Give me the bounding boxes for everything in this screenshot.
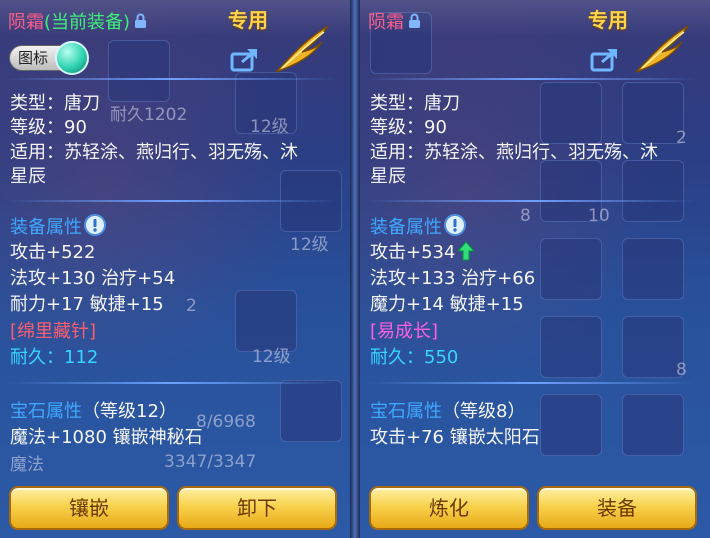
attr-attack: 攻击+534 [370, 241, 476, 268]
separator [6, 382, 336, 384]
equip-attr-header: 装备属性 [10, 214, 106, 243]
exclusive-tag: 专用 [228, 8, 268, 32]
inventory-slot [540, 316, 602, 378]
bg-count-text: 2 [676, 128, 687, 148]
item-applies: 适用：苏轻涂、燕归行、羽无殇、沐 [10, 142, 298, 163]
inlay-button[interactable]: 镶嵌 [9, 486, 169, 530]
inventory-slot [540, 82, 602, 144]
share-icon[interactable] [230, 46, 260, 76]
inventory-slot [280, 380, 342, 442]
attr-attack-text: 攻击+534 [370, 242, 456, 263]
inventory-slot [622, 394, 684, 456]
special-effect: [易成长] [370, 321, 439, 342]
inventory-slot [622, 82, 684, 144]
up-arrow-icon [457, 241, 476, 268]
separator [6, 200, 336, 202]
bg-count-text: 2 [186, 296, 197, 316]
info-icon[interactable] [444, 214, 466, 243]
bg-count-text: 10 [588, 206, 610, 226]
separator [366, 382, 696, 384]
special-effect: [绵里藏针] [10, 321, 97, 342]
attr-attack: 攻击+522 [10, 242, 96, 263]
exclusive-tag: 专用 [588, 8, 628, 32]
inventory-slot [540, 238, 602, 300]
item-name: 陨霜 [368, 8, 421, 34]
item-applies-cont: 星辰 [370, 166, 406, 187]
item-name: 陨霜(当前装备) [8, 8, 147, 34]
gem-orb-icon[interactable] [55, 41, 89, 75]
unequip-button[interactable]: 卸下 [177, 486, 337, 530]
refine-button[interactable]: 炼化 [369, 486, 529, 530]
bg-level-text: 12级 [290, 235, 329, 255]
bg-count-text: 8 [520, 206, 531, 226]
item-level: 等级：90 [10, 117, 87, 138]
inventory-slot [540, 160, 602, 222]
inventory-slot [108, 40, 170, 102]
bg-level-text: 12级 [250, 117, 289, 137]
lock-icon [134, 13, 147, 34]
bg-count-text: 8 [676, 360, 687, 380]
equip-button[interactable]: 装备 [537, 486, 697, 530]
bg-mp-label: 魔法 [10, 455, 44, 475]
gem-level: （等级12） [82, 401, 177, 422]
equip-attr-title: 装备属性 [10, 217, 82, 238]
gem-attr: 攻击+76 镶嵌太阳石 [370, 427, 540, 448]
bg-level-text: 12级 [252, 347, 291, 367]
separator [6, 78, 336, 80]
inventory-slot [235, 290, 297, 352]
attr-stamina-agility: 耐力+17 敏捷+15 [10, 294, 164, 315]
equip-attr-header: 装备属性 [370, 214, 466, 243]
separator [366, 78, 696, 80]
item-tooltip-current: 耐久1202 12级 12级 2 12级 8/6968 3347/3347 魔法… [0, 0, 350, 538]
item-applies: 适用：苏轻涂、燕归行、羽无殇、沐 [370, 142, 658, 163]
bg-mp-text: 3347/3347 [164, 452, 257, 472]
item-name-text: 陨霜 [368, 12, 404, 33]
item-type: 类型：唐刀 [370, 93, 460, 114]
inventory-slot [235, 72, 297, 134]
wing-icon [272, 22, 332, 78]
equip-attr-title: 装备属性 [370, 217, 442, 238]
gem-attr-header: 宝石属性（等级8） [370, 400, 525, 424]
item-applies-cont: 星辰 [10, 166, 46, 187]
durability: 耐久：550 [370, 347, 459, 368]
lock-icon [408, 13, 421, 34]
gem-attr-title: 宝石属性 [370, 401, 442, 422]
inventory-slot [622, 316, 684, 378]
gem-attr-header: 宝石属性（等级12） [10, 400, 177, 424]
separator [366, 200, 696, 202]
equipped-tag: (当前装备) [44, 12, 131, 33]
attr-mana-agility: 魔力+14 敏捷+15 [370, 294, 524, 315]
share-icon[interactable] [590, 46, 620, 76]
gem-level: （等级8） [442, 401, 526, 422]
gem-attr: 魔法+1080 镶嵌神秘石 [10, 427, 203, 448]
wing-icon [632, 22, 692, 78]
panel-divider [350, 0, 360, 538]
gem-attr-title: 宝石属性 [10, 401, 82, 422]
attr-magic-heal: 法攻+130 治疗+54 [10, 268, 176, 289]
attr-magic-heal: 法攻+133 治疗+66 [370, 268, 536, 289]
durability: 耐久：112 [10, 347, 99, 368]
inventory-slot [622, 160, 684, 222]
bg-mp-text: 8/6968 [196, 412, 256, 432]
inventory-slot [540, 394, 602, 456]
item-type: 类型：唐刀 [10, 93, 100, 114]
bg-durability-text: 耐久1202 [110, 105, 188, 125]
item-tooltip-compare: 2 8 10 8 陨霜 专用 类型：唐刀 等级：90 适用：苏轻涂、燕归行、羽无… [360, 0, 710, 538]
item-level: 等级：90 [370, 117, 447, 138]
info-icon[interactable] [84, 214, 106, 243]
item-name-text: 陨霜 [8, 12, 44, 33]
inventory-slot [622, 238, 684, 300]
